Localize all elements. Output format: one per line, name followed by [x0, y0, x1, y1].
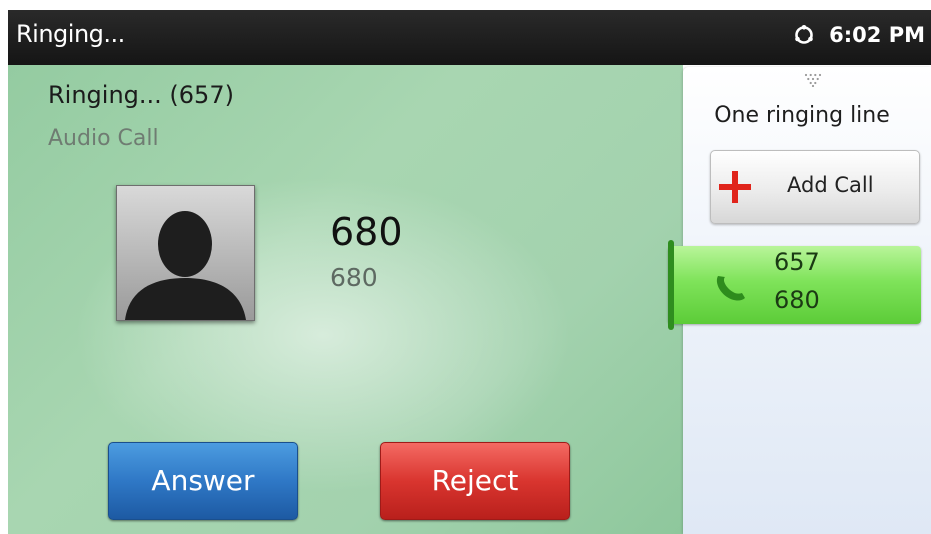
person-silhouette-icon	[125, 211, 246, 320]
avatar	[116, 185, 255, 321]
caller-name: 680	[330, 210, 403, 254]
call-type: Audio Call	[48, 126, 159, 151]
caller-number: 680	[330, 263, 378, 292]
line-tab[interactable]: 657 680	[668, 240, 921, 330]
clock: 6:02 PM	[829, 23, 925, 47]
network-icon	[795, 25, 813, 44]
answer-button[interactable]: Answer	[108, 442, 298, 520]
call-status: Ringing... (657)	[48, 81, 234, 109]
phone-screen: Ringing... 6:02 PM Ringing... (657) Audi…	[8, 10, 931, 534]
status-bar: Ringing... 6:02 PM	[8, 10, 931, 65]
plus-icon	[719, 171, 751, 203]
phone-icon	[716, 276, 745, 301]
reject-button[interactable]: Reject	[380, 442, 570, 520]
incoming-call-area: Ringing... (657) Audio Call 680 680 Answ…	[8, 65, 683, 534]
add-call-label: Add Call	[787, 173, 874, 197]
line-number: 657	[774, 248, 820, 276]
add-call-button[interactable]: Add Call	[710, 150, 920, 224]
ringing-lines-label: One ringing line	[714, 103, 890, 128]
status-title: Ringing...	[16, 20, 125, 48]
status-right: 6:02 PM	[793, 23, 925, 47]
pull-handle-icon[interactable]	[804, 73, 822, 87]
line-caller: 680	[774, 286, 820, 314]
